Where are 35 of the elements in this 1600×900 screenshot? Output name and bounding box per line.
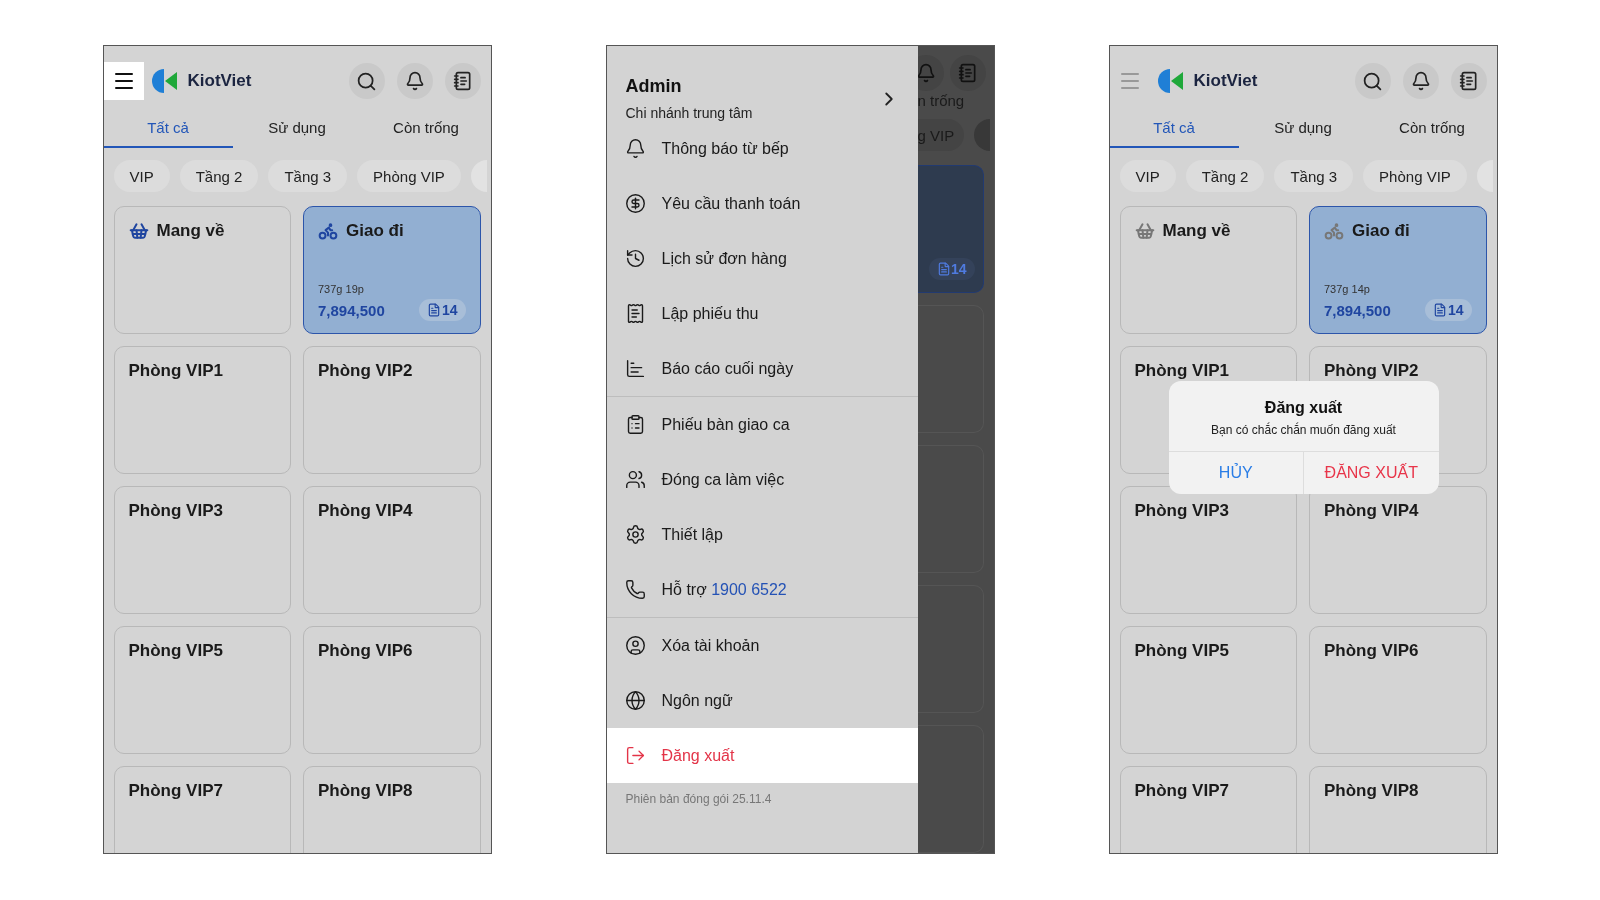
card-title: Phòng VIP4 [1324, 501, 1419, 521]
card-title: Phòng VIP4 [318, 501, 413, 521]
elapsed-time: 737g 19p [318, 283, 365, 295]
branch-name: Chi nhánh trung tâm [625, 105, 754, 121]
card-title: Phòng VIP3 [1134, 501, 1229, 521]
order-count-badge: 14 [418, 299, 466, 321]
card-title: Phòng VIP7 [1134, 781, 1229, 801]
card-title: Giao đi [1352, 221, 1410, 241]
card-title: Phòng VIP5 [1134, 641, 1229, 661]
card-title: Phòng VIP1 [128, 361, 223, 381]
order-amount: 7,894,500 [318, 301, 385, 319]
dialog-title: Đăng xuất [1264, 399, 1343, 417]
card-title: Phòng VIP2 [318, 361, 413, 381]
user-name: Admin [625, 76, 683, 97]
card-title: Phòng VIP3 [128, 501, 223, 521]
card-title: Phòng VIP8 [1324, 781, 1419, 801]
card-title: Giao đi [346, 221, 404, 241]
card-title: Phòng VIP6 [318, 641, 413, 661]
card-title: Mang về [156, 221, 225, 241]
card-title: Phòng VIP7 [128, 781, 223, 801]
order-count-badge: 14 [1424, 299, 1472, 321]
card-title: Phòng VIP8 [318, 781, 413, 801]
dialog-message: Bạn có chắc chắn muốn đăng xuất [1211, 423, 1396, 437]
card-title: Phòng VIP2 [1324, 361, 1419, 381]
card-title: Phòng VIP1 [1134, 361, 1229, 381]
card-title: Phòng VIP5 [128, 641, 223, 661]
card-title: Phòng VIP6 [1324, 641, 1419, 661]
order-amount: 7,894,500 [1324, 301, 1391, 319]
logo-text: KiotViet [187, 71, 253, 91]
logo-text: KiotViet [1193, 71, 1259, 91]
order-count-badge: 14 [928, 258, 975, 280]
elapsed-time: 737g 14p [1324, 283, 1371, 295]
version-text: Phiên bản đóng gói 25.11.4 [624, 791, 773, 808]
menu-label: Hỗ trợ 1900 6522 [661, 580, 787, 599]
card-title: Mang về [1162, 221, 1231, 241]
